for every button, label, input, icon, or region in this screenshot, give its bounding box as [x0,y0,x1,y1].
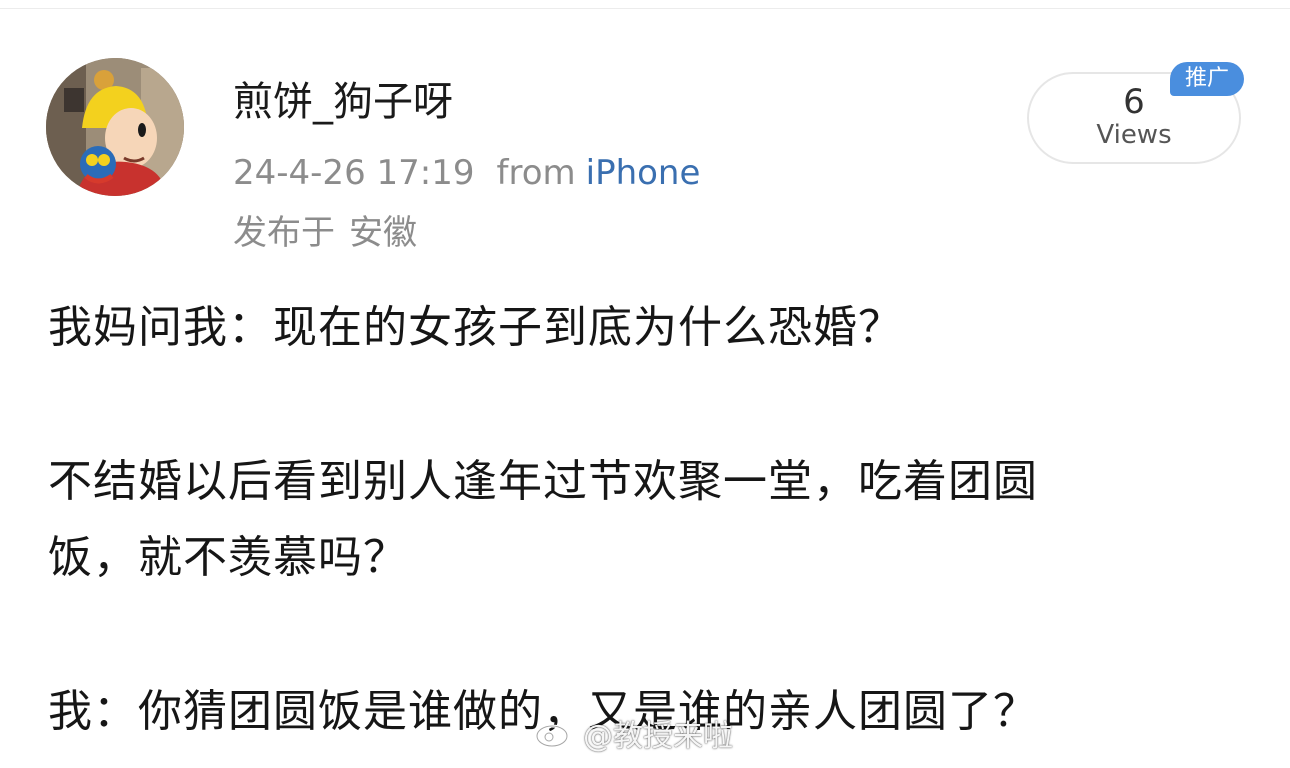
watermark-text: @教授来啦 [583,719,733,754]
promo-tag[interactable]: 推广 [1170,62,1244,96]
from-label: from [496,153,576,193]
location-value: 安徽 [349,213,417,253]
top-divider [0,8,1290,9]
post-body-line: 不结婚以后看到别人逢年过节欢聚一堂，吃着团圆 [48,456,1038,507]
avatar-image [46,58,184,196]
post-location: 发布于 安徽 [233,210,417,256]
author-avatar[interactable] [46,58,184,196]
author-username[interactable]: 煎饼_狗子呀 [233,76,453,128]
location-prefix: 发布于 [233,213,335,253]
device-link[interactable]: iPhone [586,153,701,193]
post-body-line: 我妈问我：现在的女孩子到底为什么恐婚？ [48,302,903,353]
weibo-icon [535,716,575,759]
watermark: @教授来啦 [535,716,733,759]
post-timestamp: 24-4-26 17:19 [233,153,475,193]
post-body-line: 饭，就不羡慕吗？ [48,532,408,583]
views-label: Views [1096,120,1172,150]
post-meta: 24-4-26 17:19 from iPhone [233,150,700,196]
